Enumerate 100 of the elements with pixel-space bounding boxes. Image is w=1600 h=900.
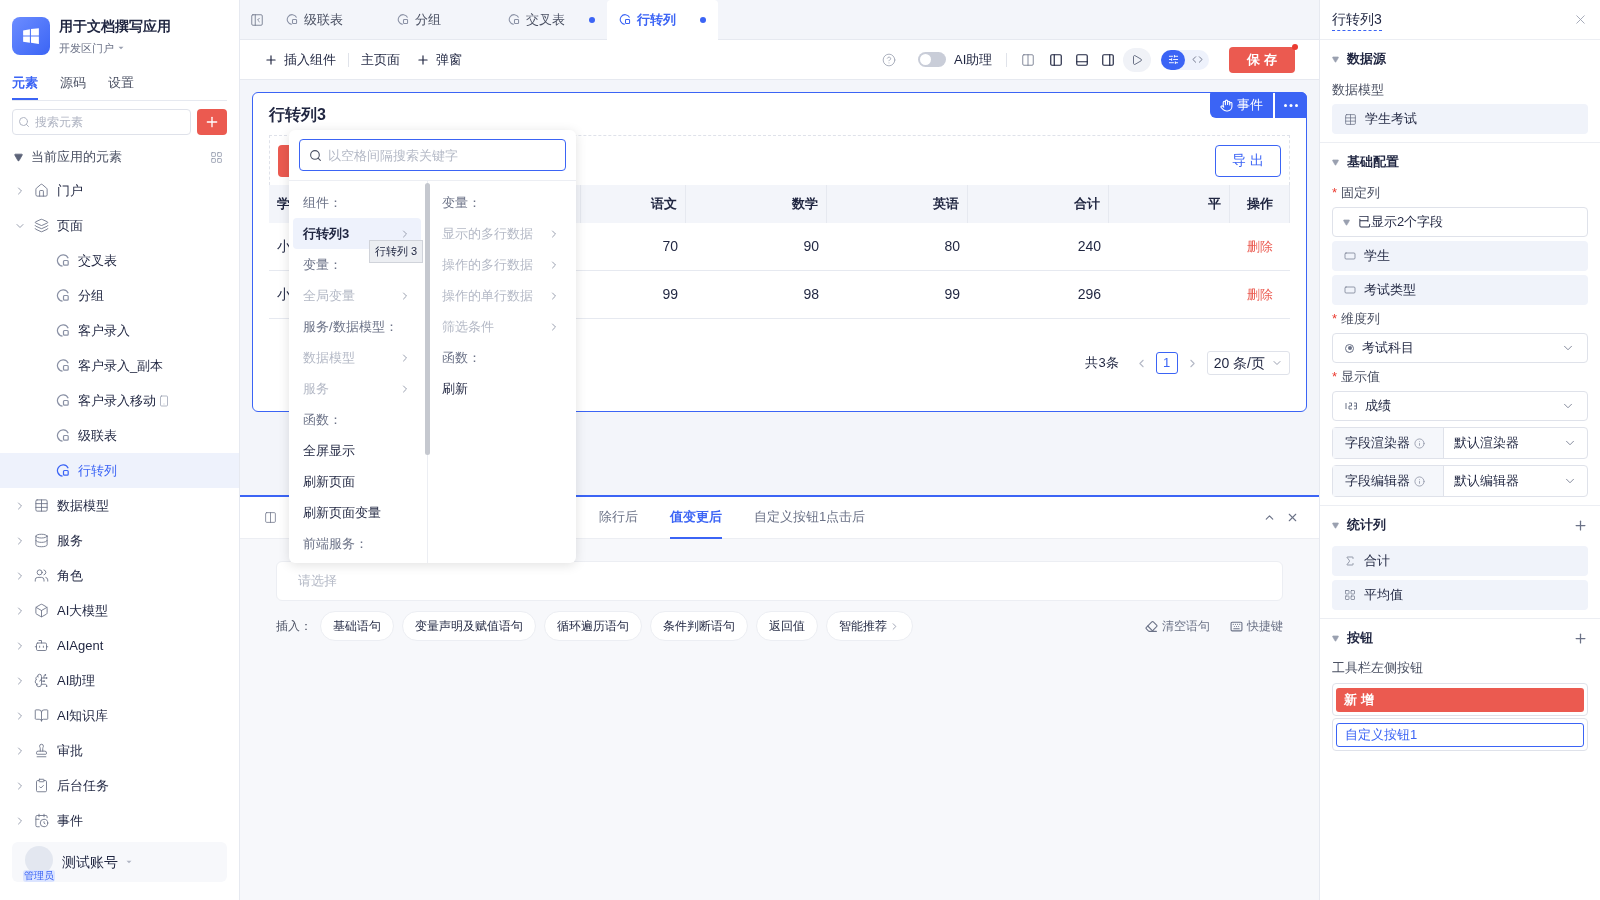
tree-item[interactable]: 角色	[0, 558, 239, 593]
bottom-panel-icon[interactable]	[1075, 52, 1090, 67]
sidebar-tab[interactable]: 设置	[108, 72, 134, 100]
statement-chip[interactable]: 条件判断语句	[650, 611, 748, 641]
clear-statements-button[interactable]: 清空语句	[1145, 617, 1210, 635]
close-icon[interactable]	[1573, 12, 1588, 27]
tree-item[interactable]: 客户录入	[0, 313, 239, 348]
left-panel-icon[interactable]	[1049, 52, 1064, 67]
event-button[interactable]: 事件	[1210, 92, 1273, 118]
editor-tab[interactable]: 交叉表	[496, 0, 607, 40]
collapse-triangle-icon	[1332, 634, 1339, 642]
database-icon	[34, 533, 49, 548]
tree-item[interactable]: 事件	[0, 803, 239, 838]
layout-icon[interactable]	[1021, 52, 1036, 67]
value-select[interactable]: 成绩	[1332, 391, 1588, 421]
component-title: 行转列3	[269, 105, 326, 125]
robot-icon	[34, 638, 49, 653]
insert-component-button[interactable]: 插入组件	[264, 49, 336, 70]
tree-item[interactable]: AI助理	[0, 663, 239, 698]
tree-item[interactable]: 客户录入移动	[0, 383, 239, 418]
page-icon	[56, 393, 71, 408]
toolbar-button-item[interactable]: 自定义按钮1	[1336, 722, 1584, 747]
tree-item[interactable]: AIAgent	[0, 628, 239, 663]
event-tab[interactable]: 除行后	[599, 496, 638, 539]
plus-icon	[204, 114, 220, 130]
page-button[interactable]: 1	[1155, 352, 1178, 374]
close-icon[interactable]	[1286, 511, 1299, 524]
help-icon[interactable]	[882, 52, 897, 67]
collapse-triangle-icon	[1343, 218, 1350, 226]
menu-item[interactable]: 刷新	[432, 373, 570, 404]
menu-item[interactable]: 刷新页面	[293, 466, 421, 497]
tree-item[interactable]: 审批	[0, 733, 239, 768]
grid-icon[interactable]	[210, 150, 223, 164]
sidebar-tab[interactable]: 元素	[12, 72, 38, 100]
table-cell-text: 99	[943, 285, 961, 304]
delete-link[interactable]: 删除	[1247, 236, 1273, 257]
field-item[interactable]: 学生	[1332, 241, 1588, 271]
table-cell-text: 90	[802, 237, 820, 256]
editor-tab[interactable]: 级联表	[274, 0, 385, 40]
search-icon	[309, 149, 322, 162]
group-label: 函数：	[302, 410, 343, 429]
statement-chip[interactable]: 变量声明及赋值语句	[402, 611, 536, 641]
tree-item[interactable]: 分组	[0, 278, 239, 313]
delete-link[interactable]: 删除	[1247, 284, 1273, 305]
tree-item[interactable]: 后台任务	[0, 768, 239, 803]
group-label: 变量：	[441, 193, 482, 212]
tree-root-label: 当前应用的元素	[31, 148, 122, 167]
stat-item[interactable]: 合计	[1332, 546, 1588, 576]
code-icon	[1191, 54, 1203, 65]
editor-tab[interactable]: 分组	[385, 0, 496, 40]
preview-button[interactable]	[1123, 47, 1152, 72]
shortcuts-button[interactable]: 快捷键	[1230, 617, 1283, 635]
statement-chip[interactable]: 循环遍历语句	[544, 611, 642, 641]
tree-item[interactable]: 交叉表	[0, 243, 239, 278]
fixed-columns-field[interactable]: 已显示2个字段	[1332, 207, 1588, 237]
tree-item[interactable]: 级联表	[0, 418, 239, 453]
tree-item[interactable]: 页面	[0, 208, 239, 243]
statement-chip[interactable]: 返回值	[756, 611, 818, 641]
tree-item[interactable]: AI知识库	[0, 698, 239, 733]
right-panel-icon[interactable]	[1101, 52, 1116, 67]
column-header: 合计	[968, 185, 1109, 223]
sidebar-tab[interactable]: 源码	[60, 72, 86, 100]
tree-item[interactable]: 客户录入_副本	[0, 348, 239, 383]
insert-label: 插入：	[276, 618, 312, 635]
field-label: * 固定列	[1332, 184, 1382, 203]
book-icon	[34, 708, 49, 723]
section-heading: 基础配置	[1347, 153, 1399, 172]
search-field[interactable]: 以空格间隔搜索关键字	[299, 139, 566, 171]
tree-item[interactable]: 服务	[0, 523, 239, 558]
add-button[interactable]	[197, 109, 227, 135]
section-heading: 按钮	[1347, 629, 1373, 648]
ai-assistant-toggle[interactable]: AI助理	[918, 49, 993, 70]
dimension-select[interactable]: 考试科目	[1332, 333, 1588, 363]
event-tab[interactable]: 自定义按钮1点击后	[754, 496, 866, 539]
account-card[interactable]: 管理员 测试账号	[12, 842, 227, 882]
play-icon	[1131, 53, 1144, 66]
menu-item[interactable]: 刷新页面变量	[293, 497, 421, 528]
tree-item[interactable]: 门户	[0, 173, 239, 208]
add-icon[interactable]	[1573, 517, 1588, 533]
data-model-field[interactable]: 学生考试	[1332, 104, 1588, 134]
page-icon	[397, 13, 410, 26]
statement-chip[interactable]: 基础语句	[320, 611, 394, 641]
export-button[interactable]: 导 出	[1215, 144, 1281, 177]
menu-item[interactable]: 全屏显示	[293, 435, 421, 466]
tree-item[interactable]: 数据模型	[0, 488, 239, 523]
view-mode-button[interactable]	[1161, 49, 1186, 70]
collapse-sidebar-icon[interactable]	[250, 12, 264, 27]
statement-chip[interactable]: 智能推荐	[826, 611, 913, 641]
portal-dropdown[interactable]: 开发区门户	[59, 40, 171, 57]
stat-item[interactable]: 平均值	[1332, 580, 1588, 610]
popup-button[interactable]: 弹窗	[416, 49, 462, 70]
tree-item[interactable]: 行转列	[0, 453, 239, 488]
page-icon	[56, 253, 71, 268]
add-icon[interactable]	[1573, 630, 1588, 646]
main-page-button[interactable]: 主页面	[361, 49, 400, 70]
editor-tab[interactable]: 行转列	[607, 0, 718, 40]
tree-item[interactable]: AI大模型	[0, 593, 239, 628]
page-size-select[interactable]: 20 条/页	[1206, 351, 1290, 375]
more-button[interactable]	[1275, 92, 1307, 118]
field-item[interactable]: 考试类型	[1332, 275, 1588, 305]
